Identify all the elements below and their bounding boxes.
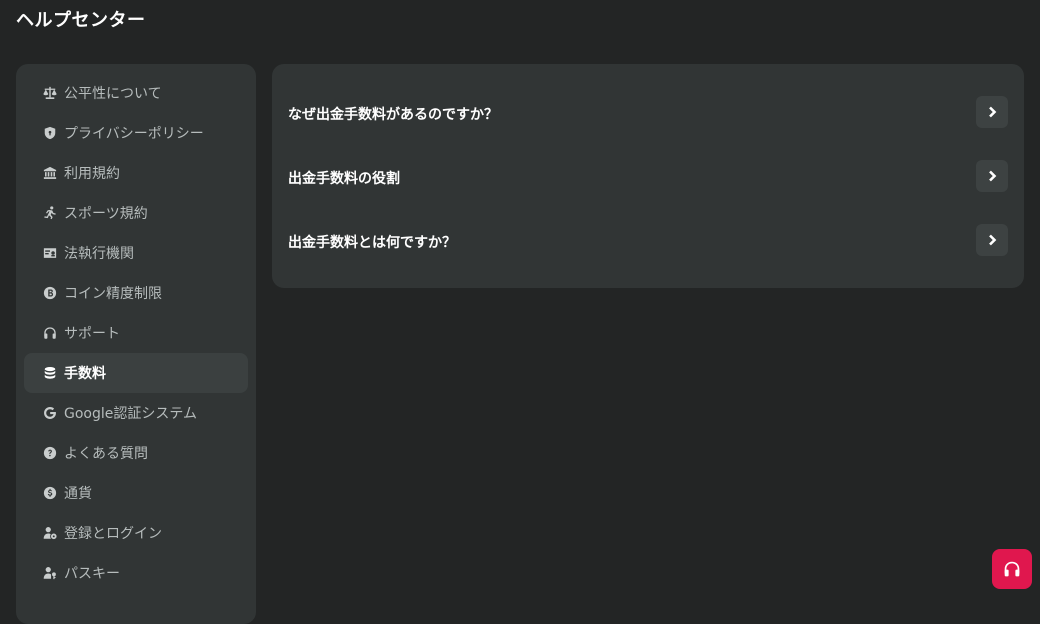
database-icon — [42, 365, 58, 381]
sidebar-item-label: 通貨 — [64, 486, 92, 502]
faq-panel: なぜ出金手数料があるのですか？ 出金手数料の役割 出金手数料とは何ですか？ — [272, 64, 1024, 288]
sidebar-item-label: 法執行機関 — [64, 246, 134, 262]
faq-item[interactable]: 出金手数料とは何ですか？ — [272, 224, 1024, 288]
currency-icon — [42, 485, 58, 501]
sidebar-item-faq[interactable]: よくある質問 — [24, 433, 248, 473]
sidebar-item-label: 利用規約 — [64, 166, 120, 182]
sidebar-item-label: サポート — [64, 326, 120, 342]
sidebar-item-label: プライバシーポリシー — [64, 126, 204, 142]
google-icon — [42, 405, 58, 421]
sidebar-item-label: 登録とログイン — [64, 526, 162, 542]
coin-icon — [42, 285, 58, 301]
question-icon — [42, 445, 58, 461]
headphones-icon — [42, 325, 58, 341]
sidebar-item-sports-terms[interactable]: スポーツ規約 — [24, 193, 248, 233]
chevron-right-icon — [989, 234, 997, 246]
sidebar-item-label: 公平性について — [64, 86, 162, 102]
sidebar-item-registration-login[interactable]: 登録とログイン — [24, 513, 248, 553]
support-chat-button[interactable] — [992, 549, 1032, 589]
headphones-icon — [1004, 561, 1020, 577]
sidebar-item-label: 手数料 — [64, 366, 106, 382]
sidebar-item-fairness[interactable]: 公平性について — [24, 73, 248, 113]
sidebar-item-passkey[interactable]: パスキー — [24, 553, 248, 593]
expand-button[interactable] — [976, 224, 1008, 256]
user-key-icon — [42, 565, 58, 581]
faq-question: なぜ出金手数料があるのですか？ — [288, 107, 498, 123]
chevron-right-icon — [989, 106, 997, 118]
expand-button[interactable] — [976, 96, 1008, 128]
sidebar-item-fees[interactable]: 手数料 — [24, 353, 248, 393]
shield-icon — [42, 125, 58, 141]
faq-question: 出金手数料とは何ですか？ — [288, 235, 456, 251]
bank-icon — [42, 165, 58, 181]
sidebar-item-privacy-policy[interactable]: プライバシーポリシー — [24, 113, 248, 153]
sidebar-item-currency[interactable]: 通貨 — [24, 473, 248, 513]
id-card-icon — [42, 245, 58, 261]
sidebar-item-terms[interactable]: 利用規約 — [24, 153, 248, 193]
sidebar-item-label: よくある質問 — [64, 446, 148, 462]
sidebar-item-label: パスキー — [64, 566, 120, 582]
sidebar-item-support[interactable]: サポート — [24, 313, 248, 353]
page-title: ヘルプセンター — [16, 10, 146, 31]
faq-item[interactable]: なぜ出金手数料があるのですか？ — [272, 96, 1024, 160]
scale-icon — [42, 85, 58, 101]
sidebar: 公平性について プライバシーポリシー 利用規約 スポーツ規約 法執行機関 コイン… — [16, 64, 256, 624]
sidebar-item-law-enforcement[interactable]: 法執行機関 — [24, 233, 248, 273]
sidebar-item-label: Google認証システム — [64, 406, 197, 422]
faq-question: 出金手数料の役割 — [288, 171, 400, 187]
sidebar-item-label: コイン精度制限 — [64, 286, 162, 302]
faq-item[interactable]: 出金手数料の役割 — [272, 160, 1024, 224]
chevron-right-icon — [989, 170, 997, 182]
sidebar-item-google-authenticator[interactable]: Google認証システム — [24, 393, 248, 433]
user-settings-icon — [42, 525, 58, 541]
sidebar-item-coin-precision[interactable]: コイン精度制限 — [24, 273, 248, 313]
expand-button[interactable] — [976, 160, 1008, 192]
running-icon — [42, 205, 58, 221]
sidebar-item-label: スポーツ規約 — [64, 206, 148, 222]
